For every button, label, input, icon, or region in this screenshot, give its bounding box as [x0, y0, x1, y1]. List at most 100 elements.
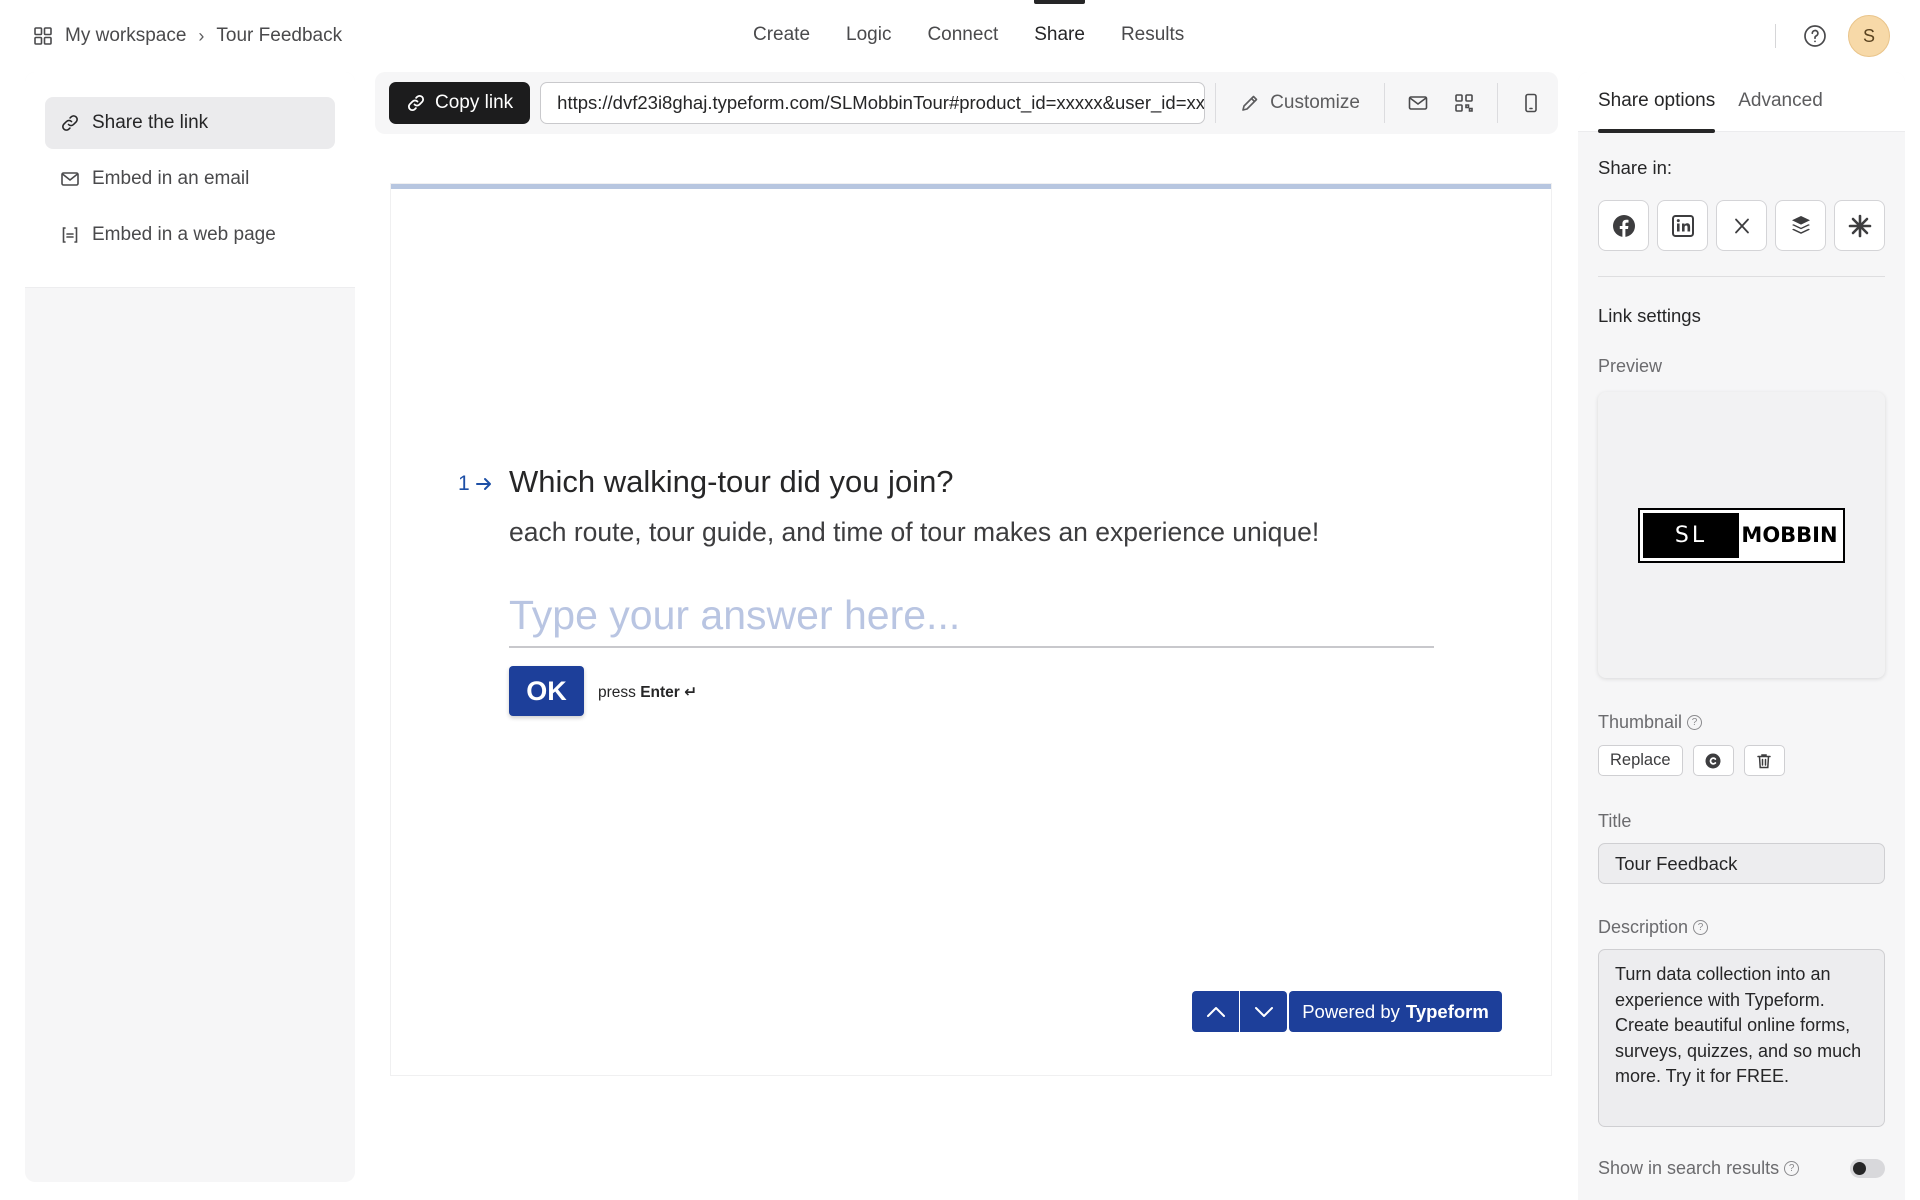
- panel-body: Share in: Link settings Preview SL MOBBI…: [1578, 157, 1905, 1179]
- search-results-label: Show in search results ?: [1598, 1158, 1800, 1179]
- embed-code-icon: [62, 227, 78, 243]
- social-share-buttons: [1598, 200, 1885, 251]
- logo-right-text: MOBBIN: [1741, 523, 1838, 547]
- avatar[interactable]: S: [1848, 15, 1890, 57]
- delete-thumbnail-button[interactable]: [1743, 745, 1785, 776]
- link-settings-heading: Link settings: [1598, 305, 1701, 326]
- chevron-right-icon: ›: [198, 25, 205, 46]
- search-results-label-text: Show in search results: [1598, 1158, 1780, 1178]
- customize-label: Customize: [1270, 92, 1360, 113]
- replace-thumbnail-button[interactable]: Replace: [1598, 745, 1683, 776]
- qr-code-button[interactable]: [1441, 82, 1487, 124]
- email-share-button[interactable]: [1395, 82, 1441, 124]
- tab-share[interactable]: Share: [1016, 0, 1103, 70]
- logo-left-text: SL: [1643, 512, 1739, 558]
- copy-link-button[interactable]: Copy link: [389, 82, 531, 124]
- breadcrumb: My workspace › Tour Feedback: [33, 22, 342, 50]
- link-icon: [62, 115, 78, 131]
- divider: [1496, 83, 1498, 123]
- title-label: Title: [1598, 811, 1632, 831]
- share-other-button[interactable]: [1834, 200, 1885, 251]
- chevron-up-icon: [1206, 1006, 1225, 1017]
- link-icon: [407, 94, 425, 112]
- top-right-actions: S: [1775, 15, 1890, 57]
- question-title: Which walking-tour did you join?: [509, 464, 954, 499]
- thumbnail-actions: Replace: [1598, 745, 1885, 776]
- progress-bar: [391, 184, 1551, 189]
- help-icon[interactable]: ?: [1784, 1161, 1800, 1176]
- previous-question-button[interactable]: [1192, 991, 1239, 1032]
- share-buffer-button[interactable]: [1775, 200, 1826, 251]
- panel-tabs: Share options Advanced: [1578, 72, 1905, 133]
- link-preview-card: SL MOBBIN: [1598, 392, 1885, 678]
- description-textarea[interactable]: Turn data collection into an experience …: [1598, 949, 1885, 1127]
- top-bar: My workspace › Tour Feedback Create Logi…: [0, 0, 1920, 70]
- breadcrumb-workspace[interactable]: My workspace: [65, 25, 186, 47]
- x-twitter-icon: [1734, 218, 1749, 233]
- tab-create[interactable]: Create: [735, 0, 828, 70]
- thumbnail-label: Thumbnail ?: [1598, 712, 1885, 733]
- answer-input[interactable]: [509, 584, 1434, 648]
- search-results-toggle[interactable]: [1850, 1159, 1885, 1178]
- divider: [1383, 83, 1385, 123]
- menu-embed-in-email[interactable]: Embed in an email: [45, 153, 335, 205]
- menu-share-the-link[interactable]: Share the link: [45, 97, 335, 149]
- form-preview: 1 Which walking-tour did you join? each …: [390, 183, 1552, 1076]
- linkedin-icon: [1671, 214, 1694, 237]
- buffer-icon: [1791, 215, 1810, 234]
- tab-share-options[interactable]: Share options: [1598, 72, 1716, 133]
- help-icon[interactable]: ?: [1693, 920, 1709, 935]
- copy-link-label: Copy link: [435, 92, 514, 113]
- tab-results[interactable]: Results: [1103, 0, 1202, 70]
- chevron-down-icon: [1254, 1006, 1273, 1017]
- title-input[interactable]: Tour Feedback: [1598, 843, 1885, 884]
- mail-icon: [61, 172, 79, 186]
- pencil-icon: [1242, 95, 1258, 111]
- share-method-menu: Share the link Embed in an email Embed i…: [25, 72, 355, 288]
- share-toolbar: Copy link https://dvf23i8ghaj.typeform.c…: [375, 72, 1558, 134]
- divider: [1775, 24, 1776, 48]
- share-x-button[interactable]: [1716, 200, 1767, 251]
- powered-brand: Typeform: [1405, 1000, 1489, 1022]
- press-hint-key: Enter ↵: [640, 684, 698, 701]
- tab-logic[interactable]: Logic: [828, 0, 909, 70]
- ok-button[interactable]: OK: [509, 666, 584, 716]
- copyright-button[interactable]: [1692, 745, 1734, 776]
- breadcrumb-form[interactable]: Tour Feedback: [216, 25, 342, 47]
- share-facebook-button[interactable]: [1598, 200, 1649, 251]
- press-hint-text: press: [598, 684, 636, 701]
- mail-icon: [1408, 96, 1428, 110]
- customize-button[interactable]: Customize: [1226, 82, 1374, 124]
- mobile-preview-button[interactable]: [1508, 82, 1554, 124]
- press-enter-hint: press Enter ↵: [598, 683, 697, 702]
- question-navigation: [1192, 991, 1287, 1032]
- tab-advanced[interactable]: Advanced: [1738, 72, 1823, 132]
- powered-by-typeform-button[interactable]: Powered by Typeform: [1289, 991, 1502, 1032]
- share-url-field[interactable]: https://dvf23i8ghaj.typeform.com/SLMobbi…: [540, 82, 1206, 124]
- help-icon[interactable]: [1802, 23, 1828, 49]
- menu-label: Embed in an email: [92, 168, 250, 189]
- facebook-icon: [1612, 214, 1635, 237]
- copyright-icon: [1705, 753, 1721, 768]
- asterisk-icon: [1848, 214, 1871, 237]
- menu-label: Embed in a web page: [92, 224, 276, 245]
- share-options-panel: Share options Advanced Share in: Link se…: [1578, 72, 1905, 1200]
- arrow-right-icon: [475, 478, 491, 490]
- divider: [1215, 83, 1217, 123]
- menu-embed-in-web-page[interactable]: Embed in a web page: [45, 209, 335, 261]
- share-linkedin-button[interactable]: [1657, 200, 1708, 251]
- question-number-text: 1: [458, 472, 470, 495]
- mobile-preview-icon: [1525, 93, 1537, 113]
- next-question-button[interactable]: [1240, 991, 1287, 1032]
- qr-code-icon: [1455, 94, 1473, 112]
- preview-label: Preview: [1598, 356, 1663, 376]
- search-results-setting: Show in search results ?: [1598, 1158, 1885, 1179]
- divider: [1598, 276, 1885, 277]
- tab-connect[interactable]: Connect: [909, 0, 1016, 70]
- powered-prefix: Powered by: [1302, 1000, 1400, 1022]
- menu-label: Share the link: [92, 112, 209, 133]
- trash-icon: [1757, 753, 1771, 768]
- left-sidebar: Share the link Embed in an email Embed i…: [25, 72, 355, 1182]
- help-icon[interactable]: ?: [1687, 715, 1703, 730]
- thumbnail-label-text: Thumbnail: [1598, 712, 1683, 732]
